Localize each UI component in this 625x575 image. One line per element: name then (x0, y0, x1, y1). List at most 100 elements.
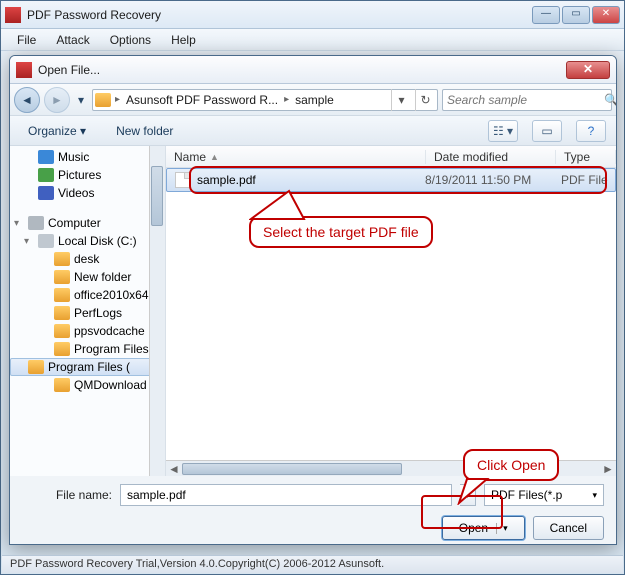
folder-icon (28, 360, 44, 374)
tree-item-label: Computer (48, 216, 101, 230)
tree-item-label: Pictures (58, 168, 101, 182)
tree-item-label: office2010x64 (74, 288, 149, 302)
tree-item-label: Videos (58, 186, 94, 200)
tree-item[interactable]: ppsvodcache (10, 322, 165, 340)
menu-attack[interactable]: Attack (46, 31, 99, 49)
pic-icon (38, 168, 54, 182)
col-type[interactable]: Type (556, 150, 616, 164)
breadcrumb-seg-2[interactable]: sample (293, 93, 336, 107)
open-dropdown[interactable]: ▾ (496, 523, 508, 534)
tree-item-label: QMDownload (74, 378, 147, 392)
folder-icon (54, 324, 70, 338)
refresh-button[interactable]: ↻ (415, 89, 435, 111)
tree-scrollbar[interactable] (149, 146, 165, 476)
dialog-bottom: File name: ▾ PDF Files(*.p▾ Open▾ Cancel (10, 476, 616, 545)
filename-label: File name: (22, 488, 112, 502)
app-icon (5, 7, 21, 23)
tree-item-label: Local Disk (C:) (58, 234, 137, 248)
status-bar: PDF Password Recovery Trial,Version 4.0.… (2, 555, 623, 573)
newfolder-button[interactable]: New folder (108, 120, 181, 142)
file-name: sample.pdf (197, 173, 425, 187)
file-list-header: Name▲ Date modified Type (166, 146, 616, 168)
tree-item-label: desk (74, 252, 99, 266)
filename-dropdown[interactable]: ▾ (460, 484, 476, 506)
scroll-left-icon: ◄ (166, 462, 182, 476)
col-name[interactable]: Name▲ (166, 150, 426, 164)
tree-item-label: Program Files (74, 342, 149, 356)
tree-item[interactable]: Program Files (10, 340, 165, 358)
menu-help[interactable]: Help (161, 31, 206, 49)
expand-icon[interactable]: ▾ (24, 236, 34, 247)
address-dropdown[interactable]: ▾ (391, 89, 411, 111)
tree-item[interactable]: Music (10, 148, 165, 166)
tree-item[interactable]: Program Files ( (10, 358, 165, 376)
chevron-right-icon[interactable]: ▸ (284, 94, 289, 105)
previewpane-button[interactable]: ▭ (532, 120, 562, 142)
folder-icon (54, 270, 70, 284)
menu-options[interactable]: Options (100, 31, 161, 49)
tree-item[interactable]: PerfLogs (10, 304, 165, 322)
tree-item-label: PerfLogs (74, 306, 122, 320)
tree-item[interactable]: Pictures (10, 166, 165, 184)
dialog-close-button[interactable]: ✕ (566, 61, 610, 79)
tree-item[interactable]: office2010x64 (10, 286, 165, 304)
folder-icon (54, 252, 70, 266)
organize-button[interactable]: Organize ▾ (20, 120, 94, 142)
menubar: File Attack Options Help (1, 29, 624, 51)
cancel-button[interactable]: Cancel (533, 516, 604, 540)
tree-item[interactable]: New folder (10, 268, 165, 286)
folder-icon (95, 93, 111, 107)
nav-back-button[interactable]: ◄ (14, 87, 40, 113)
maximize-button[interactable]: ▭ (562, 6, 590, 24)
app-window: PDF Password Recovery — ▭ ✕ File Attack … (0, 0, 625, 575)
tree-item[interactable]: ▾ Computer (10, 214, 165, 232)
file-list-hscrollbar[interactable]: ◄ ► (166, 460, 616, 476)
address-bar[interactable]: ▸ Asunsoft PDF Password R... ▸ sample ▾ … (92, 89, 438, 111)
comp-icon (28, 216, 44, 230)
toolbar: Organize ▾ New folder ☷ ▾ ▭ ? (10, 116, 616, 146)
search-icon: 🔍 (604, 93, 617, 107)
app-title: PDF Password Recovery (27, 8, 532, 22)
dialog-titlebar[interactable]: Open File... ✕ (10, 56, 616, 84)
open-file-dialog: Open File... ✕ ◄ ► ▾ ▸ Asunsoft PDF Pass… (9, 55, 617, 545)
menu-file[interactable]: File (7, 31, 46, 49)
nav-row: ◄ ► ▾ ▸ Asunsoft PDF Password R... ▸ sam… (10, 84, 616, 116)
help-button[interactable]: ? (576, 120, 606, 142)
tree-item-label: Program Files ( (48, 360, 130, 374)
file-list: Name▲ Date modified Type sample.pdf8/19/… (166, 146, 616, 476)
tree-item[interactable]: QMDownload (10, 376, 165, 394)
open-button[interactable]: Open▾ (442, 516, 525, 540)
expand-icon[interactable]: ▾ (14, 218, 24, 229)
search-box[interactable]: 🔍 (442, 89, 612, 111)
music-icon (38, 150, 54, 164)
col-date[interactable]: Date modified (426, 150, 556, 164)
dialog-icon (16, 62, 32, 78)
scroll-right-icon: ► (600, 462, 616, 476)
file-icon (175, 172, 191, 188)
chevron-right-icon[interactable]: ▸ (115, 94, 120, 105)
titlebar[interactable]: PDF Password Recovery — ▭ ✕ (1, 1, 624, 29)
search-input[interactable] (447, 93, 604, 107)
tree-item-label: New folder (74, 270, 131, 284)
close-button[interactable]: ✕ (592, 6, 620, 24)
file-row[interactable]: sample.pdf8/19/2011 11:50 PMPDF File (166, 168, 616, 192)
breadcrumb-seg-1[interactable]: Asunsoft PDF Password R... (124, 93, 280, 107)
file-type: PDF File (555, 173, 615, 187)
folder-tree[interactable]: Music Pictures Videos ▾ Computer ▾ Local Disk … (10, 146, 166, 476)
file-date: 8/19/2011 11:50 PM (425, 173, 555, 187)
tree-item[interactable]: Videos (10, 184, 165, 202)
view-button[interactable]: ☷ ▾ (488, 120, 518, 142)
filetype-filter[interactable]: PDF Files(*.p▾ (484, 484, 604, 506)
tree-item[interactable]: ▾ Local Disk (C:) (10, 232, 165, 250)
tree-item[interactable]: desk (10, 250, 165, 268)
dialog-title: Open File... (38, 63, 566, 77)
tree-item-label: ppsvodcache (74, 324, 145, 338)
nav-forward-button[interactable]: ► (44, 87, 70, 113)
disk-icon (38, 234, 54, 248)
nav-history-dropdown[interactable]: ▾ (74, 93, 88, 107)
folder-icon (54, 342, 70, 356)
sort-asc-icon: ▲ (210, 152, 219, 162)
filename-input[interactable] (120, 484, 452, 506)
minimize-button[interactable]: — (532, 6, 560, 24)
folder-icon (54, 378, 70, 392)
